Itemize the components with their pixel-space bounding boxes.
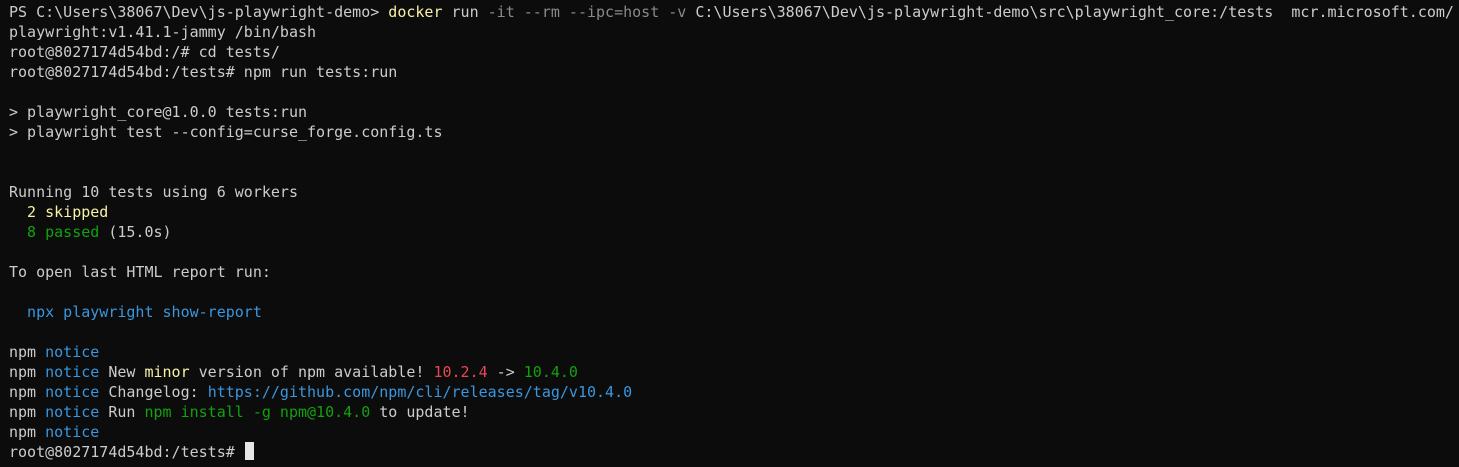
terminal-text: root@8027174d54bd:/tests# xyxy=(9,443,244,461)
terminal-text: Running 10 tests using 6 workers xyxy=(9,183,298,201)
terminal-text: npm install -g npm@10.4.0 xyxy=(144,403,371,421)
terminal-line: > playwright_core@1.0.0 tests:run xyxy=(9,102,1459,122)
terminal-line: npm notice New minor version of npm avai… xyxy=(9,362,1459,382)
terminal-text: https://github.com/npm/cli/releases/tag/… xyxy=(207,383,633,401)
terminal-text: to update! xyxy=(370,403,470,421)
terminal-line: root@8027174d54bd:/tests# xyxy=(9,442,1459,462)
terminal-text: npm xyxy=(9,383,46,401)
terminal-line: 2 skipped xyxy=(9,202,1459,222)
terminal-text: npx playwright show-report xyxy=(9,303,262,321)
terminal-text: run xyxy=(442,3,479,21)
terminal-text: 10.2.4 xyxy=(433,363,488,381)
terminal-text: notice xyxy=(45,403,100,421)
terminal-text: root@8027174d54bd:/# cd tests/ xyxy=(9,43,280,61)
terminal-text: notice xyxy=(45,383,100,401)
terminal-line: root@8027174d54bd:/tests# npm run tests:… xyxy=(9,62,1459,82)
terminal-line: To open last HTML report run: xyxy=(9,262,1459,282)
terminal-text: To open last HTML report run: xyxy=(9,263,271,281)
terminal-line: playwright:v1.41.1-jammy /bin/bash xyxy=(9,22,1459,42)
terminal-line: 8 passed (15.0s) xyxy=(9,222,1459,242)
terminal-window[interactable]: PS C:\Users\38067\Dev\js-playwright-demo… xyxy=(0,0,1459,467)
terminal-text: PS C:\Users\38067\Dev\js-playwright-demo… xyxy=(9,3,389,21)
terminal-text: notice xyxy=(45,423,100,441)
terminal-text: (15.0s) xyxy=(99,223,172,241)
terminal-line: PS C:\Users\38067\Dev\js-playwright-demo… xyxy=(9,2,1459,22)
terminal-text: notice xyxy=(45,363,100,381)
terminal-text: C:\Users\38067\Dev\js-playwright-demo\sr… xyxy=(686,3,1454,21)
terminal-text: New xyxy=(99,363,145,381)
terminal-text: version of npm available! xyxy=(189,363,434,381)
terminal-line: npm notice Changelog: https://github.com… xyxy=(9,382,1459,402)
terminal-text: playwright:v1.41.1-jammy /bin/bash xyxy=(9,23,317,41)
terminal-text: -it --rm --ipc=host -v xyxy=(478,3,687,21)
terminal-text: -> xyxy=(487,363,524,381)
terminal-text: > playwright_core@1.0.0 tests:run xyxy=(9,103,308,121)
terminal-text: docker xyxy=(388,3,443,21)
terminal-line: npm notice xyxy=(9,422,1459,442)
terminal-text: root@8027174d54bd:/tests# npm run tests:… xyxy=(9,63,398,81)
terminal-text: > playwright test --config=curse_forge.c… xyxy=(9,123,443,141)
text-cursor xyxy=(244,442,254,460)
terminal-text: 2 skipped xyxy=(9,203,109,221)
terminal-line: npm notice Run npm install -g npm@10.4.0… xyxy=(9,402,1459,422)
terminal-line: root@8027174d54bd:/# cd tests/ xyxy=(9,42,1459,62)
terminal-text: 10.4.0 xyxy=(523,363,578,381)
terminal-text: npm xyxy=(9,343,46,361)
terminal-text: npm xyxy=(9,363,46,381)
terminal-text: notice xyxy=(45,343,100,361)
terminal-line: npm notice xyxy=(9,342,1459,362)
terminal-text: minor xyxy=(144,363,190,381)
terminal-text: Run xyxy=(99,403,145,421)
terminal-text: npm xyxy=(9,403,46,421)
terminal-line: npx playwright show-report xyxy=(9,302,1459,322)
terminal-line: Running 10 tests using 6 workers xyxy=(9,182,1459,202)
terminal-line: > playwright test --config=curse_forge.c… xyxy=(9,122,1459,142)
terminal-text: npm xyxy=(9,423,46,441)
terminal-text: Changelog: xyxy=(99,383,208,401)
terminal-text: 8 passed xyxy=(9,223,100,241)
